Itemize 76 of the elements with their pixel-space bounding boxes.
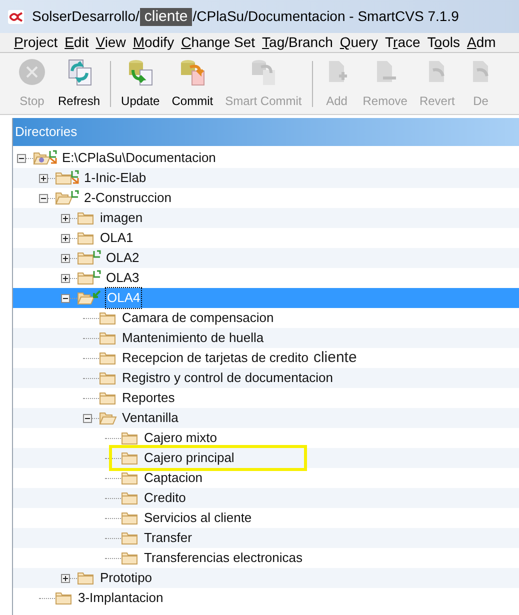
tree-item-label[interactable]: OLA1 bbox=[99, 228, 134, 248]
expand-icon[interactable] bbox=[39, 174, 48, 182]
tree-item-label[interactable]: imagen bbox=[99, 208, 144, 228]
menu-item[interactable]: Tools bbox=[427, 33, 460, 52]
tree-item-label[interactable]: Ventanilla bbox=[121, 408, 180, 428]
menu-item[interactable]: Change Set bbox=[181, 33, 256, 52]
expand-icon[interactable] bbox=[61, 574, 70, 582]
folder-icon bbox=[99, 350, 117, 366]
collapse-icon[interactable] bbox=[61, 294, 70, 302]
tree-item-label[interactable]: 1-Inic-Elab bbox=[83, 168, 148, 188]
database-arrow-icon bbox=[178, 58, 206, 86]
database-arrow-icon bbox=[249, 58, 278, 86]
window-title: SolserDesarrollo/ bbox=[32, 7, 140, 26]
circle-x-icon bbox=[18, 58, 46, 86]
menu-item[interactable]: Modify bbox=[132, 33, 174, 52]
folder-icon bbox=[55, 590, 73, 606]
open-folder-icon bbox=[99, 410, 117, 426]
annotation-label: cliente bbox=[313, 348, 357, 368]
expand-icon[interactable] bbox=[61, 254, 70, 262]
folder-icon bbox=[99, 390, 117, 406]
menu-item[interactable]: Edit bbox=[64, 33, 89, 52]
folder-icon bbox=[121, 450, 139, 466]
menu-item[interactable]: Project bbox=[14, 33, 58, 52]
folder-icon bbox=[77, 570, 95, 586]
tree-item-label[interactable]: Reportes bbox=[121, 388, 176, 408]
app-logo-icon bbox=[8, 10, 24, 24]
expand-icon[interactable] bbox=[61, 214, 70, 222]
tree-item-label[interactable]: Cajero mixto bbox=[143, 428, 218, 448]
open-folder-icon bbox=[33, 150, 51, 166]
tree-item-label[interactable]: OLA3 bbox=[105, 268, 140, 288]
menu-item[interactable]: Trace bbox=[385, 33, 420, 52]
folder-icon bbox=[121, 530, 139, 546]
open-folder-icon bbox=[77, 290, 95, 306]
toolbar-button[interactable]: Commit bbox=[170, 58, 216, 110]
database-arrow-icon bbox=[126, 58, 154, 86]
folder-icon bbox=[77, 210, 95, 226]
menu-item[interactable]: Query bbox=[340, 33, 378, 52]
collapse-icon[interactable] bbox=[17, 154, 26, 162]
tree-item-label[interactable]: 2-Construccion bbox=[83, 188, 172, 208]
folder-icon bbox=[77, 250, 95, 266]
folder-icon bbox=[99, 370, 117, 386]
tree-item-label[interactable]: Transferencias electronicas bbox=[143, 548, 304, 568]
toolbar-button[interactable]: Refresh bbox=[56, 58, 102, 110]
menu-item[interactable]: Adm bbox=[467, 33, 496, 52]
panel-header: Directories bbox=[13, 118, 519, 146]
folder-icon bbox=[121, 490, 139, 506]
tree-item-label[interactable]: Recepcion de tarjetas de credito bbox=[121, 348, 310, 368]
tree-item-label[interactable]: Cajero principal bbox=[143, 448, 236, 468]
collapse-icon[interactable] bbox=[83, 414, 92, 422]
folder-icon bbox=[121, 430, 139, 446]
folder-icon bbox=[77, 230, 95, 246]
tree-item-label[interactable]: Transfer bbox=[143, 528, 193, 548]
folder-icon bbox=[55, 170, 73, 186]
folder-icon bbox=[77, 270, 95, 286]
open-folder-icon bbox=[55, 190, 73, 206]
folder-icon bbox=[121, 510, 139, 526]
tree-item-label[interactable]: 3-Implantacion bbox=[77, 588, 164, 608]
folder-icon bbox=[121, 470, 139, 486]
tree-item-label[interactable]: Servicios al cliente bbox=[143, 508, 253, 528]
expand-icon[interactable] bbox=[61, 274, 70, 282]
folder-icon bbox=[99, 310, 117, 326]
collapse-icon[interactable] bbox=[39, 194, 48, 202]
tree-item-label[interactable]: Captacion bbox=[143, 468, 204, 488]
toolbar-button[interactable]: Update bbox=[119, 58, 162, 110]
tree-item-label[interactable]: E:\CPlaSu\Documentacion bbox=[61, 148, 217, 168]
tree-item-label[interactable]: Prototipo bbox=[99, 568, 154, 588]
folder-icon bbox=[121, 550, 139, 566]
menu-item[interactable]: Tag/Branch bbox=[262, 33, 333, 52]
folder-icon bbox=[99, 330, 117, 346]
expand-icon[interactable] bbox=[61, 234, 70, 242]
redaction-label: cliente bbox=[140, 8, 192, 26]
window-title: /CPlaSu/Documentacion - SmartCVS 7.1.9 bbox=[192, 7, 459, 26]
tree-item-label[interactable]: Credito bbox=[143, 488, 187, 508]
menu-item[interactable]: View bbox=[96, 33, 126, 52]
tree-item-label[interactable]: OLA2 bbox=[105, 248, 140, 268]
tree-item-label[interactable]: Camara de compensacion bbox=[121, 308, 275, 328]
